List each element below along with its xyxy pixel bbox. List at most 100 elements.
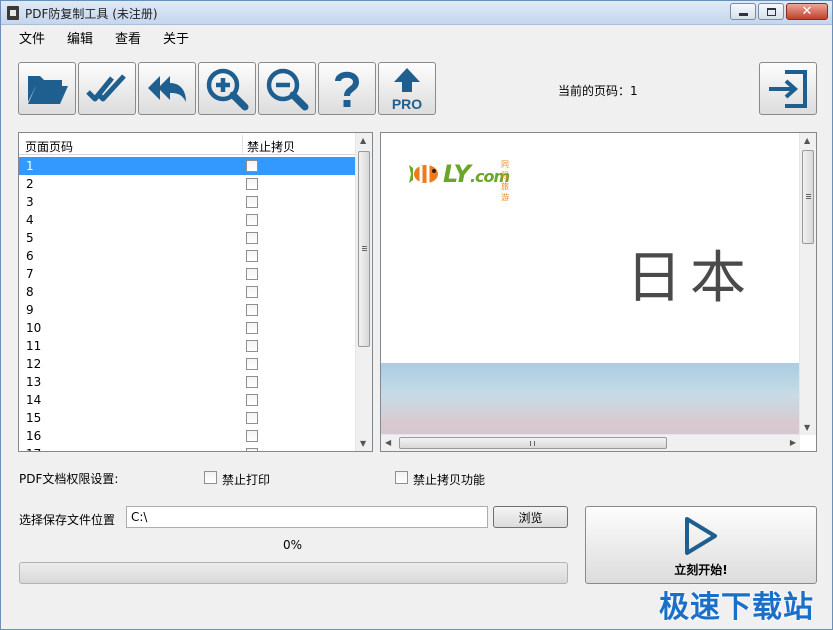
no-copy-row-checkbox[interactable] [246,340,258,352]
page-number: 9 [26,303,34,317]
logo-text: LY.com [443,160,510,188]
no-copy-row-checkbox[interactable] [246,358,258,370]
column-header-page[interactable]: 页面页码 [25,138,73,155]
no-copy-row-checkbox[interactable] [246,286,258,298]
start-button[interactable]: 立刻开始! [585,506,817,584]
close-button[interactable]: ✕ [786,3,828,20]
current-page-indicator: 当前的页码：1 [558,84,638,98]
table-row[interactable]: 7 [19,265,355,283]
scroll-up-icon[interactable]: ▲ [360,136,366,145]
column-separator[interactable] [242,135,243,153]
page-number: 1 [26,159,34,173]
scroll-left-icon[interactable]: ◀ [385,438,391,447]
no-copy-row-checkbox[interactable] [246,304,258,316]
exit-button[interactable] [759,62,817,115]
table-row[interactable]: 5 [19,229,355,247]
page-list[interactable]: 页面页码 禁止拷贝 1234567891011121314151617 ▲ ▼ [18,132,373,452]
menu-about[interactable]: 关于 [155,25,197,47]
table-row[interactable]: 12 [19,355,355,373]
help-button[interactable] [318,62,376,115]
table-row[interactable]: 11 [19,337,355,355]
help-icon [335,71,360,107]
table-row[interactable]: 16 [19,427,355,445]
window-title: PDF防复制工具 (未注册) [25,7,158,21]
preview-hscroll-thumb[interactable] [399,437,667,449]
table-row[interactable]: 10 [19,319,355,337]
pro-upgrade-button[interactable]: PRO [378,62,436,115]
no-copy-row-checkbox[interactable] [246,268,258,280]
grip-icon [530,441,535,446]
no-copy-label[interactable]: 禁止拷贝功能 [413,471,485,488]
preview-page: LY.com 同程旅游 日本 [381,133,800,435]
no-copy-row-checkbox[interactable] [246,412,258,424]
menu-view[interactable]: 查看 [107,25,149,47]
table-row[interactable]: 17 [19,445,355,451]
grip-icon [806,194,811,199]
pro-upgrade-icon: PRO [392,67,422,112]
toolbar: PRO [18,62,436,115]
table-row[interactable]: 4 [19,211,355,229]
scroll-up-icon[interactable]: ▲ [804,136,810,145]
select-all-button[interactable] [78,62,136,115]
browse-button[interactable]: 浏览 [493,506,568,528]
table-row[interactable]: 15 [19,409,355,427]
page-number: 7 [26,267,34,281]
no-copy-row-checkbox[interactable] [246,214,258,226]
save-path-input[interactable] [126,506,488,528]
preview-sky-image [381,363,800,435]
page-list-rows: 1234567891011121314151617 [19,157,355,451]
page-number: 3 [26,195,34,209]
page-number: 14 [26,393,42,407]
preview-vscroll-thumb[interactable] [802,150,814,244]
no-copy-row-checkbox[interactable] [246,394,258,406]
menu-edit[interactable]: 编辑 [59,25,101,47]
no-copy-checkbox[interactable] [395,471,408,484]
maximize-button[interactable] [758,3,784,20]
scroll-down-icon[interactable]: ▼ [360,439,366,448]
zoom-out-icon [266,68,309,110]
table-row[interactable]: 14 [19,391,355,409]
window-controls: ✕ [730,3,828,20]
no-copy-row-checkbox[interactable] [246,232,258,244]
no-print-label[interactable]: 禁止打印 [222,471,270,488]
table-row[interactable]: 2 [19,175,355,193]
scroll-down-icon[interactable]: ▼ [804,423,810,432]
no-copy-row-checkbox[interactable] [246,448,258,451]
no-copy-row-checkbox[interactable] [246,376,258,388]
menu-file[interactable]: 文件 [11,25,53,47]
grip-icon [362,246,367,251]
table-row[interactable]: 9 [19,301,355,319]
page-number: 8 [26,285,34,299]
table-row[interactable]: 3 [19,193,355,211]
table-row[interactable]: 1 [19,157,355,175]
zoom-out-button[interactable] [258,62,316,115]
no-copy-row-checkbox[interactable] [246,250,258,262]
maximize-icon [766,7,776,16]
no-copy-row-checkbox[interactable] [246,196,258,208]
minimize-button[interactable] [730,3,756,20]
preview-vscrollbar[interactable]: ▲ ▼ [799,133,816,435]
table-row[interactable]: 8 [19,283,355,301]
page-number: 4 [26,213,34,227]
progress-percent: 0% [283,538,303,552]
table-row[interactable]: 13 [19,373,355,391]
title-bar[interactable]: PDF防复制工具 (未注册) ✕ [1,1,832,25]
scroll-right-icon[interactable]: ▶ [790,438,796,447]
ly-logo: LY.com 同程旅游 [409,159,510,202]
no-print-checkbox[interactable] [204,471,217,484]
no-copy-row-checkbox[interactable] [246,430,258,442]
open-file-button[interactable] [18,62,76,115]
zoom-in-button[interactable] [198,62,256,115]
no-copy-row-checkbox[interactable] [246,178,258,190]
scrollbar-thumb[interactable] [358,151,370,347]
no-copy-row-checkbox[interactable] [246,160,258,172]
no-copy-row-checkbox[interactable] [246,322,258,334]
pdf-preview[interactable]: LY.com 同程旅游 日本 ▲ ▼ ◀ ▶ [380,132,817,452]
open-folder-icon [28,75,68,104]
page-list-scrollbar[interactable]: ▲ ▼ [355,133,372,451]
reply-all-icon [148,75,186,102]
preview-hscrollbar[interactable]: ◀ ▶ [381,434,800,451]
table-row[interactable]: 6 [19,247,355,265]
undo-all-button[interactable] [138,62,196,115]
column-header-no-copy[interactable]: 禁止拷贝 [247,138,295,155]
